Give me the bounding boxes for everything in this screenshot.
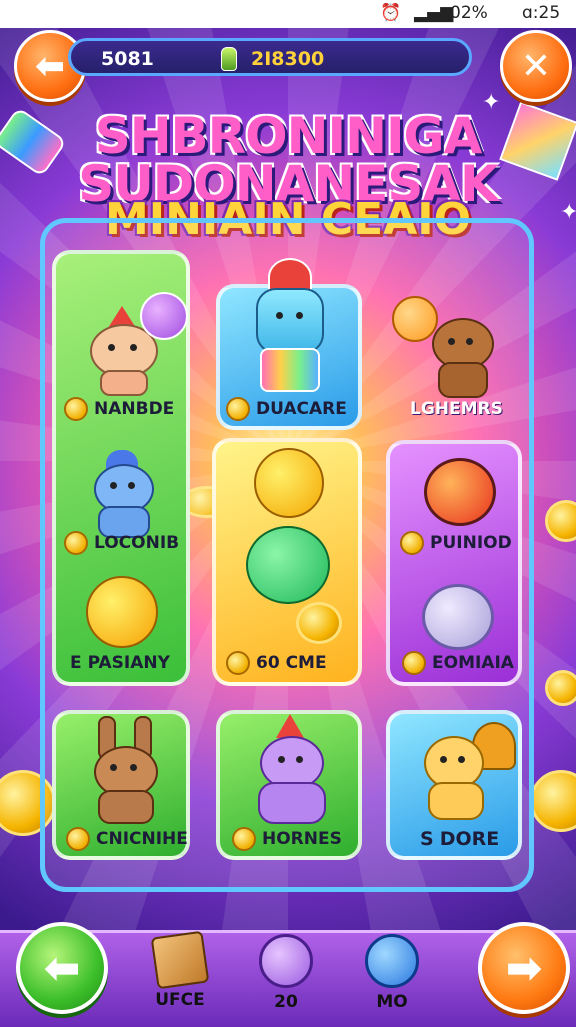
nav-item-mo[interactable]: MO <box>352 934 432 1012</box>
arrow-left-icon: ⬅ <box>43 942 81 994</box>
coin-icon <box>226 651 250 675</box>
alarm-icon: ⏰ <box>380 3 402 23</box>
arrow-right-icon: ➡ <box>505 942 543 994</box>
next-arrow-button[interactable]: ➡ <box>478 922 570 1014</box>
card-badge: E <box>70 653 82 673</box>
card-label: PUINIOD <box>400 528 512 558</box>
box-icon <box>150 930 210 990</box>
card-label: 60 CME <box>226 648 327 678</box>
arrow-left-icon: ⬅ <box>34 45 66 87</box>
card-label: S DORE <box>420 828 500 850</box>
puzzle-icon <box>365 934 419 988</box>
clock-time: ɑ:25 <box>522 3 561 23</box>
purple-smiley-ball <box>140 292 188 340</box>
card-label: E PASIANY <box>70 653 170 673</box>
coin-icon <box>226 397 250 421</box>
brown-bear-character <box>428 318 494 398</box>
status-bar: ⏰ ▂▄▆ 02% ɑ:25 <box>0 0 576 28</box>
floating-coin <box>545 670 576 706</box>
yellow-smiley-face <box>254 448 324 518</box>
coin-icon <box>232 827 256 851</box>
close-button[interactable]: ✕ <box>500 30 572 102</box>
coin-icon <box>400 531 424 555</box>
ladybug-toy-icon <box>424 458 496 526</box>
close-icon: ✕ <box>520 45 552 87</box>
gem-icon <box>221 47 237 71</box>
purple-coin-icon <box>422 584 494 650</box>
back-arrow-button[interactable]: ⬅ <box>16 922 108 1014</box>
card-label: EOMIAIA <box>402 648 514 678</box>
card-label: CNICNIHE <box>66 824 188 854</box>
coin-icon <box>402 651 426 675</box>
purple-bear-character <box>252 714 328 824</box>
card-label: LOCONIB <box>64 528 179 558</box>
coin-icon <box>64 531 88 555</box>
nav-label: UFCE <box>155 990 205 1010</box>
yellow-dog-character <box>420 722 516 822</box>
card-label: DUACARE <box>226 394 347 424</box>
signal-icon: ▂▄▆ <box>414 3 454 23</box>
coin-icon <box>66 827 90 851</box>
green-smiley-face <box>246 526 330 604</box>
coin-count: 5081 <box>101 48 154 70</box>
nav-item-20[interactable]: 20 <box>246 934 326 1012</box>
title-line-1: SHBRONINIGA <box>94 107 483 165</box>
nav-item-ufce[interactable]: UFCE <box>140 930 220 1010</box>
smiley-ball-icon <box>86 576 158 648</box>
card-label: HORNES <box>232 824 342 854</box>
card-label: NANBDE <box>64 394 174 424</box>
bunny-character <box>88 716 160 824</box>
gem-count: 2I8300 <box>251 48 325 70</box>
nav-label: MO <box>376 992 408 1012</box>
gold-coin <box>296 602 342 644</box>
currency-bar: 5081 2I8300 <box>68 38 472 76</box>
rocket-robot-character <box>250 258 326 392</box>
blue-bear-character <box>90 450 154 538</box>
card-badge: S <box>420 828 434 850</box>
coin-icon <box>64 397 88 421</box>
button-icon <box>259 934 313 988</box>
battery-text: 02% <box>450 3 488 23</box>
card-label: LGHEMRS <box>410 399 503 419</box>
nav-label: 20 <box>274 992 298 1012</box>
